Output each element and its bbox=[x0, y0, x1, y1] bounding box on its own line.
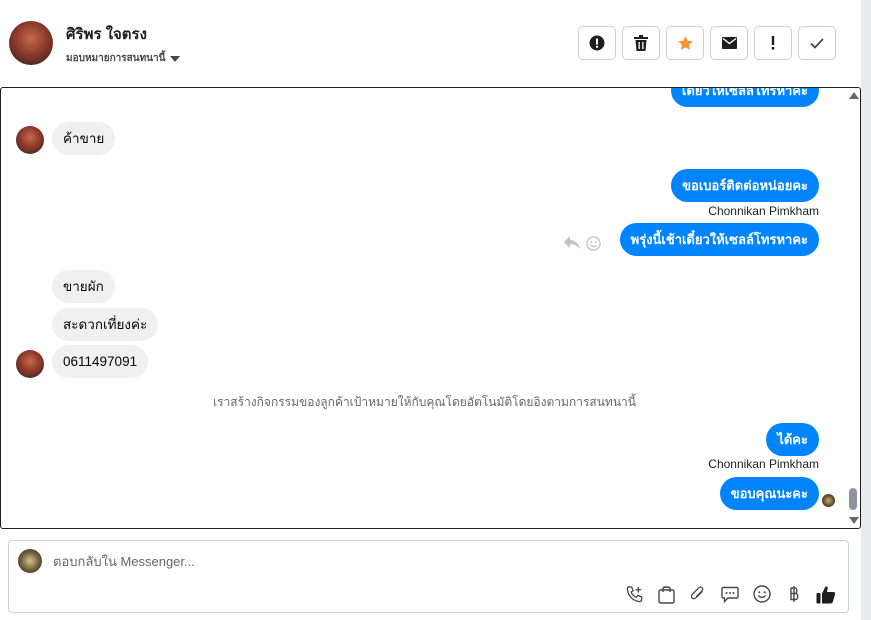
message-incoming: 0611497091 bbox=[52, 345, 149, 378]
scroll-up-arrow[interactable] bbox=[849, 92, 859, 99]
check-icon bbox=[810, 37, 824, 49]
shop-button[interactable] bbox=[655, 583, 677, 605]
like-button[interactable] bbox=[815, 583, 837, 605]
saved-replies-button[interactable] bbox=[719, 583, 741, 605]
star-icon bbox=[677, 35, 693, 50]
message-incoming: ค้าขาย bbox=[52, 122, 116, 155]
reply-input[interactable] bbox=[53, 554, 653, 569]
emoji-button[interactable] bbox=[751, 583, 773, 605]
contact-avatar-small bbox=[16, 126, 44, 154]
system-note: เราสร้างกิจกรรมของลูกค้าเป้าหมายให้กับคุ… bbox=[213, 395, 636, 409]
baht-icon bbox=[790, 586, 799, 602]
scrollbar[interactable] bbox=[846, 88, 860, 528]
call-button[interactable] bbox=[623, 583, 645, 605]
contact-avatar[interactable] bbox=[9, 21, 53, 65]
read-receipt-avatar bbox=[822, 494, 835, 507]
message-outgoing: ขอบคุณนะคะ bbox=[719, 477, 819, 510]
alert-circle-icon bbox=[589, 35, 605, 51]
exclamation-icon bbox=[771, 36, 775, 50]
sender-name: Chonnikan Pimkham bbox=[708, 457, 819, 471]
bag-icon bbox=[657, 585, 675, 604]
spam-button[interactable] bbox=[578, 26, 616, 60]
contact-name[interactable]: ศิริพร ใจตรง bbox=[66, 22, 147, 46]
delete-button[interactable] bbox=[622, 26, 660, 60]
reply-icon[interactable] bbox=[564, 236, 580, 250]
trash-icon bbox=[634, 35, 648, 51]
message-incoming: ขายผัก bbox=[52, 270, 115, 303]
message-outgoing: ได้คะ bbox=[766, 423, 819, 456]
contact-avatar-small bbox=[16, 350, 44, 378]
caret-down-icon bbox=[170, 55, 181, 62]
smiley-icon bbox=[753, 585, 771, 603]
conversation-header: ศิริพร ใจตรง มอบหมายการสนทนานี้ bbox=[0, 0, 861, 86]
composer-tools bbox=[623, 583, 837, 605]
envelope-icon bbox=[721, 37, 737, 49]
page-gutter bbox=[861, 0, 871, 620]
assign-label: มอบหมายการสนทนานี้ bbox=[66, 53, 166, 64]
message-outgoing: ขอเบอร์ติดต่อหน่อยคะ bbox=[671, 169, 819, 202]
assign-conversation-dropdown[interactable]: มอบหมายการสนทนานี้ bbox=[66, 51, 181, 66]
star-button[interactable] bbox=[666, 26, 704, 60]
follow-up-button[interactable] bbox=[754, 26, 792, 60]
message-outgoing: เดี๋ยวให้เซลล์โทรหาคะ bbox=[670, 88, 819, 107]
scroll-down-arrow[interactable] bbox=[849, 517, 859, 524]
reply-composer bbox=[8, 540, 849, 613]
paperclip-icon bbox=[690, 586, 704, 600]
react-smiley-icon[interactable] bbox=[586, 236, 601, 251]
message-incoming: สะดวกเที่ยงค่ะ bbox=[52, 308, 159, 341]
payment-button[interactable] bbox=[783, 583, 805, 605]
page-avatar bbox=[18, 549, 42, 573]
message-thread[interactable]: เดี๋ยวให้เซลล์โทรหาคะ ค้าขาย ขอเบอร์ติดต… bbox=[0, 87, 861, 529]
sender-name: Chonnikan Pimkham bbox=[708, 204, 819, 218]
phone-add-icon bbox=[626, 585, 642, 602]
attach-button[interactable] bbox=[687, 583, 709, 605]
speech-bubble-icon bbox=[721, 586, 739, 603]
scroll-thumb[interactable] bbox=[849, 488, 857, 510]
mark-done-button[interactable] bbox=[798, 26, 836, 60]
header-actions bbox=[578, 26, 836, 60]
message-outgoing: พรุ่งนี้เช้าเดี๋ยวให้เซลล์โทรหาคะ bbox=[619, 223, 819, 256]
mark-unread-button[interactable] bbox=[710, 26, 748, 60]
conversation-view: ศิริพร ใจตรง มอบหมายการสนทนานี้ เดี๋ยวให… bbox=[0, 0, 871, 620]
thumbs-up-icon bbox=[816, 585, 836, 603]
